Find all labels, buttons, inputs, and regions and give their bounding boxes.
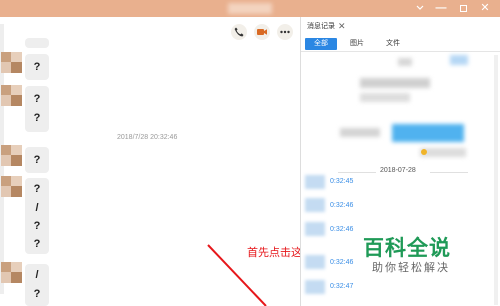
filter-files[interactable]: 文件 [383, 38, 403, 50]
avatar[interactable] [1, 145, 22, 166]
message-bubble: ? [25, 54, 49, 80]
history-avatar [305, 198, 325, 212]
message-timestamp: 2018/7/28 20:32:46 [117, 134, 178, 141]
message-text: ? [33, 112, 41, 124]
history-time: 0:32:45 [330, 178, 354, 185]
date-separator-label: 2018-07-28 [380, 167, 416, 174]
minimize-button[interactable]: — [432, 0, 450, 17]
message-bubble [25, 38, 49, 48]
history-scrollbar[interactable] [494, 55, 498, 305]
message-text: ? [33, 238, 41, 250]
history-time: 0:32:46 [330, 202, 354, 209]
message-text: ? [33, 220, 41, 232]
history-avatar [305, 175, 325, 189]
blurred-content [340, 128, 380, 137]
history-filter-bar: 全部 图片 文件 [301, 36, 500, 52]
avatar[interactable] [1, 85, 22, 106]
message-bubble: ? [25, 147, 49, 173]
blurred-content [398, 58, 412, 66]
message-text: ? [33, 288, 41, 300]
message-text: / [35, 269, 39, 281]
history-close-button[interactable]: ✕ [338, 17, 346, 36]
watermark-logo: 百科全说 [363, 237, 451, 260]
message-bubble: ? / ? ? [25, 178, 49, 254]
avatar[interactable] [1, 52, 22, 73]
filter-images[interactable]: 图片 [347, 38, 367, 50]
message-bubble: / ? [25, 264, 49, 306]
blurred-content [450, 55, 468, 65]
message-text: / [35, 202, 39, 214]
blurred-content [360, 78, 430, 88]
message-text: ? [33, 61, 41, 73]
maximize-button[interactable] [454, 0, 472, 17]
close-button[interactable]: ✕ [476, 0, 494, 17]
history-avatar [305, 255, 325, 269]
avatar[interactable] [1, 176, 22, 197]
avatar[interactable] [1, 262, 22, 283]
date-separator: 2018-07-28 [322, 167, 492, 177]
history-time: 0:32:46 [330, 226, 354, 233]
message-bubble: ? ? [25, 86, 49, 132]
title-bar: — ✕ [0, 0, 500, 17]
watermark-subtitle: 助你轻松解决 [372, 262, 450, 274]
history-time: 0:32:46 [330, 259, 354, 266]
history-avatar [305, 222, 325, 236]
message-text: ? [33, 154, 41, 166]
blurred-content [392, 124, 464, 142]
message-text: ? [33, 183, 41, 195]
message-text: ? [33, 93, 41, 105]
more-options-icon[interactable] [277, 24, 293, 40]
chevron-down-icon[interactable] [411, 0, 429, 17]
window-title-blurred [228, 3, 272, 14]
emoji-icon [421, 149, 427, 155]
history-time: 0:32:47 [330, 283, 354, 290]
history-avatar [305, 280, 325, 294]
blurred-content [360, 93, 410, 102]
filter-all[interactable]: 全部 [305, 38, 337, 50]
phone-icon[interactable] [231, 24, 247, 40]
video-icon[interactable] [254, 24, 270, 40]
